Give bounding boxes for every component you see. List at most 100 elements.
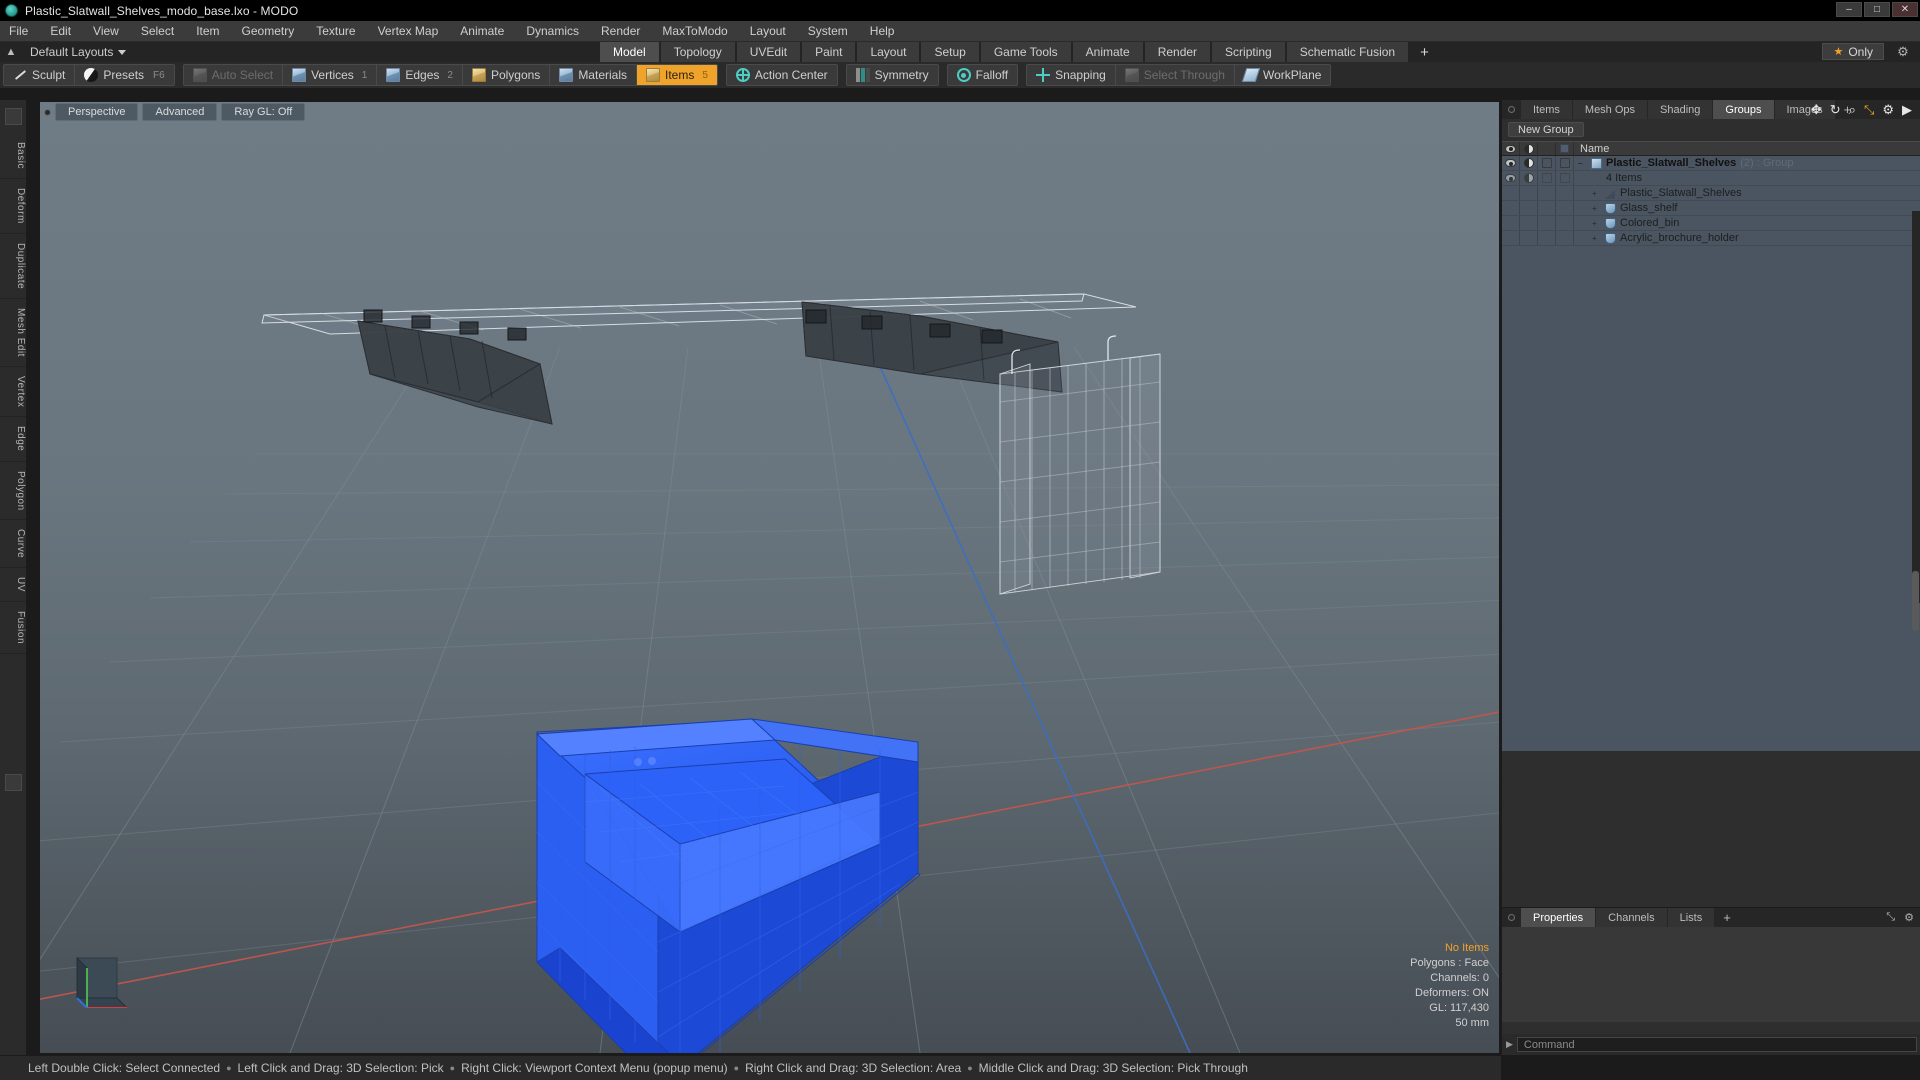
menu-view[interactable]: View — [82, 21, 130, 41]
tree-row-mesh-4[interactable]: + Acrylic_brochure_holder — [1502, 231, 1920, 246]
view-mode-dropdown[interactable]: Perspective — [55, 103, 139, 121]
viewport-menu-dot[interactable] — [44, 108, 51, 116]
tab-mesh-ops[interactable]: Mesh Ops — [1572, 100, 1648, 119]
properties-menu-dot[interactable] — [1508, 914, 1515, 921]
menu-animate[interactable]: Animate — [449, 21, 515, 41]
tab-uvedit[interactable]: UVEdit — [736, 42, 801, 62]
row-select-toggle[interactable] — [1556, 201, 1574, 215]
3d-viewport[interactable]: No Items Polygons : Face Channels: 0 Def… — [40, 102, 1499, 1053]
expander-icon[interactable]: + — [1592, 219, 1601, 228]
maximize-panel-icon[interactable]: ⤡ — [1886, 911, 1895, 924]
tab-game-tools[interactable]: Game Tools — [980, 42, 1071, 62]
tree-scrollbar-track[interactable] — [1912, 211, 1920, 631]
tree-scrollbar-thumb[interactable] — [1912, 571, 1919, 631]
vertices-mode-button[interactable]: Vertices 1 — [283, 65, 378, 85]
menu-dynamics[interactable]: Dynamics — [515, 21, 590, 41]
auto-select-button[interactable]: Auto Select — [184, 65, 284, 85]
menu-select[interactable]: Select — [130, 21, 185, 41]
row-render-toggle[interactable] — [1520, 231, 1538, 245]
tree-row-mesh-3[interactable]: + Colored_bin — [1502, 216, 1920, 231]
expand-arrow-icon[interactable]: ▶ — [1506, 1039, 1513, 1050]
row-lock-toggle[interactable] — [1538, 186, 1556, 200]
eye-icon[interactable] — [1502, 142, 1520, 155]
menu-render[interactable]: Render — [590, 21, 651, 41]
gear-icon[interactable]: ⚙ — [1894, 43, 1912, 60]
falloff-button[interactable]: Falloff — [948, 65, 1017, 85]
menu-help[interactable]: Help — [859, 21, 906, 41]
rotate-icon[interactable]: ↻ — [1830, 103, 1841, 116]
selection-square-icon[interactable] — [1556, 142, 1574, 155]
tab-properties[interactable]: Properties — [1521, 908, 1596, 927]
menu-item[interactable]: Item — [185, 21, 230, 41]
sidebar-item-basic[interactable]: Basic — [0, 133, 26, 179]
maximize-button[interactable]: □ — [1864, 2, 1890, 17]
expander-icon[interactable]: + — [1592, 204, 1601, 213]
fit-icon[interactable]: ⤡ — [1864, 103, 1874, 116]
gear-icon[interactable]: ⚙ — [1904, 911, 1914, 924]
menu-layout[interactable]: Layout — [739, 21, 797, 41]
row-visibility-toggle[interactable] — [1502, 231, 1520, 245]
cube-outline-icon[interactable] — [1538, 142, 1556, 155]
row-visibility-toggle[interactable] — [1502, 216, 1520, 230]
row-render-toggle[interactable] — [1520, 171, 1538, 185]
new-group-button[interactable]: New Group — [1508, 122, 1584, 137]
snapping-button[interactable]: Snapping — [1027, 65, 1116, 85]
row-lock-toggle[interactable] — [1538, 201, 1556, 215]
sidebar-item-fusion[interactable]: Fusion — [0, 602, 26, 655]
tab-items[interactable]: Items — [1521, 100, 1572, 119]
strip-extra-box[interactable] — [4, 774, 22, 792]
row-visibility-toggle[interactable] — [1502, 201, 1520, 215]
menu-geometry[interactable]: Geometry — [231, 21, 306, 41]
sidebar-item-edge[interactable]: Edge — [0, 417, 26, 462]
presets-button[interactable]: Presets F6 — [75, 65, 173, 85]
menu-maxtomodo[interactable]: MaxToModo — [651, 21, 738, 41]
select-through-button[interactable]: Select Through — [1116, 65, 1235, 85]
items-mode-button[interactable]: Items 5 — [637, 65, 717, 85]
command-input[interactable]: Command — [1516, 1037, 1917, 1052]
tab-scripting[interactable]: Scripting — [1212, 42, 1285, 62]
row-select-toggle[interactable] — [1556, 156, 1574, 170]
row-visibility-toggle[interactable] — [1502, 186, 1520, 200]
sidebar-item-duplicate[interactable]: Duplicate — [0, 234, 26, 299]
row-select-toggle[interactable] — [1556, 171, 1574, 185]
row-visibility-toggle[interactable] — [1502, 156, 1520, 170]
tab-lists[interactable]: Lists — [1667, 908, 1715, 927]
render-halfball-icon[interactable] — [1520, 142, 1538, 155]
row-lock-toggle[interactable] — [1538, 231, 1556, 245]
axis-gizmo[interactable] — [75, 956, 127, 1008]
default-layouts-dropdown[interactable]: Default Layouts — [22, 45, 127, 59]
sidebar-item-curve[interactable]: Curve — [0, 520, 26, 569]
polygons-mode-button[interactable]: Polygons — [463, 65, 551, 85]
row-render-toggle[interactable] — [1520, 186, 1538, 200]
tab-shading[interactable]: Shading — [1648, 100, 1713, 119]
add-tab-button[interactable]: + — [1410, 42, 1439, 62]
tree-row-mesh-2[interactable]: + Glass_shelf — [1502, 201, 1920, 216]
menu-file[interactable]: File — [0, 21, 39, 41]
materials-mode-button[interactable]: Materials — [550, 65, 637, 85]
tab-render[interactable]: Render — [1144, 42, 1211, 62]
tab-topology[interactable]: Topology — [660, 42, 735, 62]
panel-menu-dot[interactable] — [1508, 106, 1515, 113]
expander-icon[interactable]: + — [1592, 189, 1601, 198]
row-select-toggle[interactable] — [1556, 216, 1574, 230]
minimize-button[interactable]: – — [1836, 2, 1862, 17]
strip-handle[interactable] — [4, 108, 22, 125]
menu-texture[interactable]: Texture — [305, 21, 366, 41]
sidebar-item-vertex[interactable]: Vertex — [0, 367, 26, 418]
tab-layout[interactable]: Layout — [857, 42, 920, 62]
expander-icon[interactable]: – — [1578, 159, 1587, 168]
gear-icon[interactable]: ⚙ — [1882, 103, 1894, 116]
home-up-icon[interactable]: ▲ — [0, 42, 22, 62]
row-select-toggle[interactable] — [1556, 231, 1574, 245]
sidebar-item-polygon[interactable]: Polygon — [0, 462, 26, 521]
add-properties-tab-button[interactable]: + — [1715, 908, 1739, 927]
tab-setup[interactable]: Setup — [921, 42, 979, 62]
row-render-toggle[interactable] — [1520, 216, 1538, 230]
row-visibility-toggle[interactable] — [1502, 171, 1520, 185]
menu-vertex-map[interactable]: Vertex Map — [367, 21, 450, 41]
tab-schematic-fusion[interactable]: Schematic Fusion — [1286, 42, 1409, 62]
action-center-button[interactable]: Action Center — [727, 65, 837, 85]
tab-animate[interactable]: Animate — [1072, 42, 1143, 62]
row-lock-toggle[interactable] — [1538, 156, 1556, 170]
row-render-toggle[interactable] — [1520, 156, 1538, 170]
